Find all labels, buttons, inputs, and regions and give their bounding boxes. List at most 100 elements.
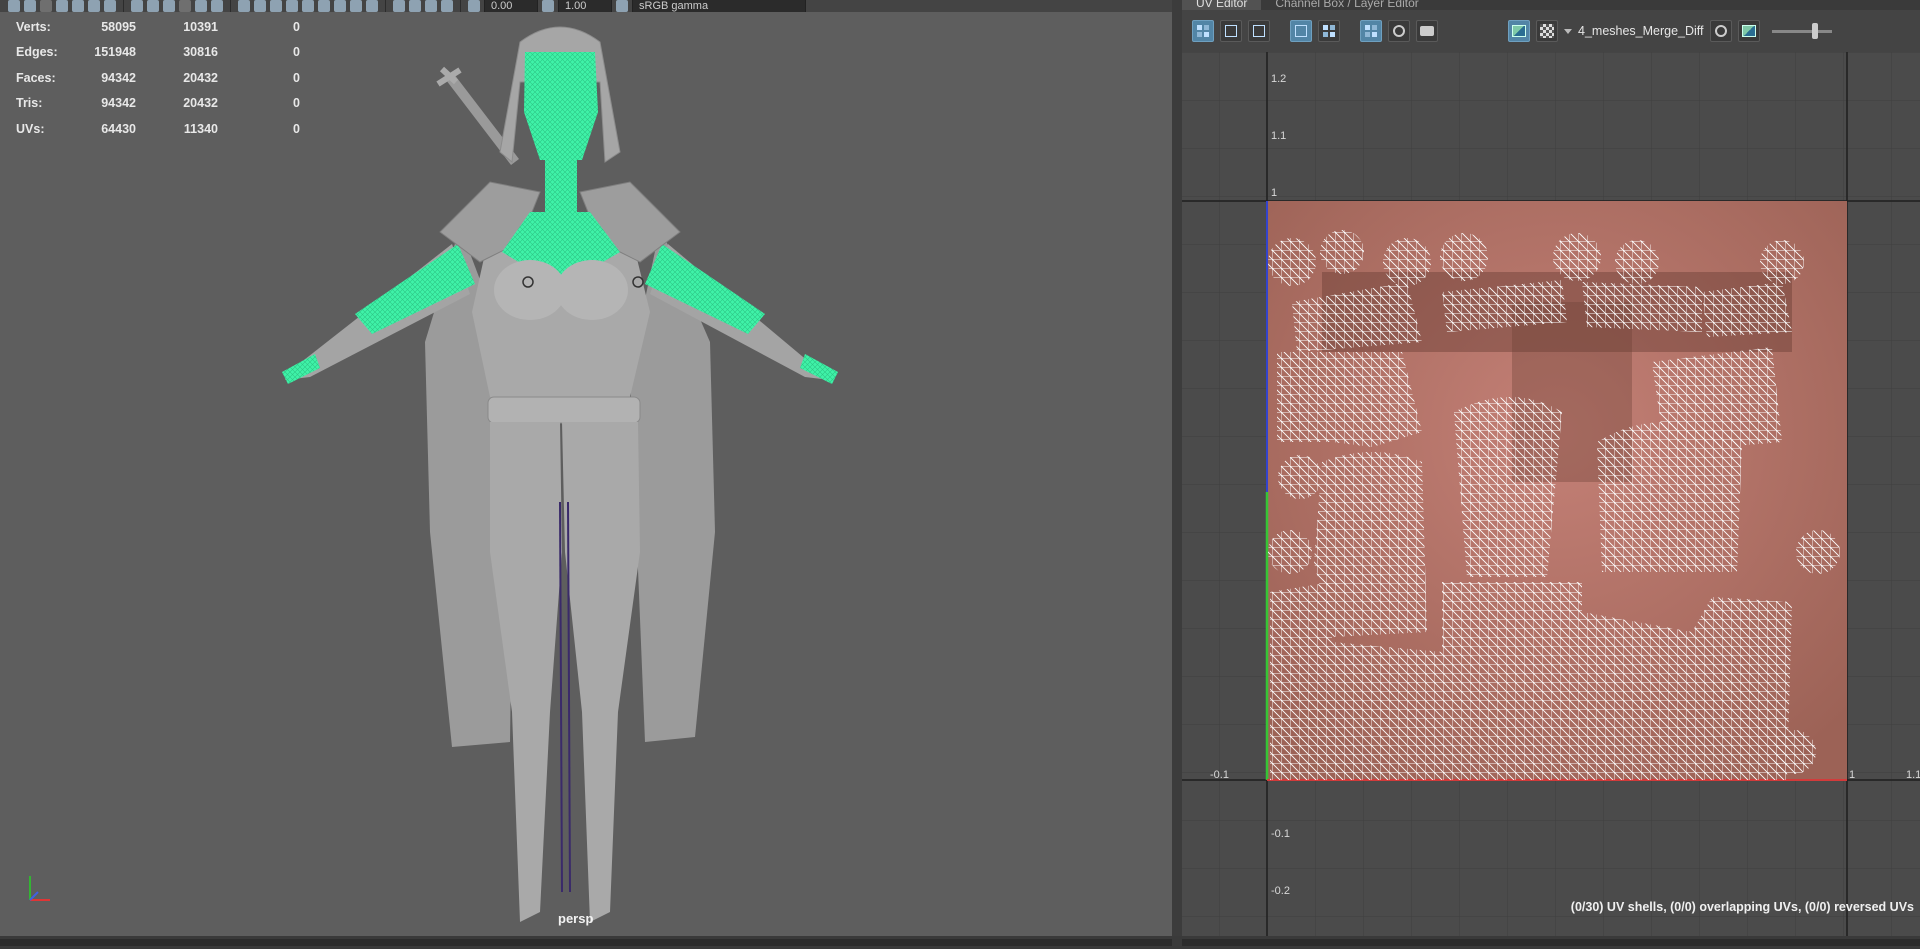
lock-camera-icon[interactable] <box>24 0 36 12</box>
xray-active-icon[interactable] <box>441 0 453 12</box>
chevron-down-icon[interactable] <box>1564 28 1572 34</box>
safe-action-icon[interactable] <box>211 0 223 12</box>
uv-shell <box>1582 282 1702 332</box>
hud-value-total: 94342 <box>101 96 136 111</box>
v-tick-label: 1.2 <box>1271 73 1286 85</box>
v-tick-label: -0.1 <box>1271 828 1290 840</box>
u-tick-label: 1 <box>1849 769 1855 781</box>
belt <box>487 396 641 424</box>
wireframe-on-shaded-icon[interactable] <box>270 0 282 12</box>
gamma-icon[interactable] <box>542 0 554 12</box>
uv-stack-button[interactable] <box>1220 20 1242 42</box>
uv-editor-toolbar: 4_meshes_Merge_Diff <box>1182 10 1920 52</box>
ambient-occlusion-icon[interactable] <box>334 0 346 12</box>
brightness-slider[interactable] <box>1771 22 1832 39</box>
hud-value-total: 64430 <box>101 121 136 136</box>
uv-shell <box>1268 530 1312 574</box>
uv-status-text: (0/30) UV shells, (0/0) overlapping UVs,… <box>1570 900 1914 914</box>
grid-icon <box>1323 25 1335 37</box>
tab-channel-box[interactable]: Channel Box / Layer Editor <box>1261 0 1432 10</box>
wireframe-icon[interactable] <box>238 0 250 12</box>
uv-shell <box>1440 233 1488 281</box>
uv-hand-shell <box>1277 352 1422 447</box>
motion-blur-icon[interactable] <box>350 0 362 12</box>
uv-shell <box>1553 233 1601 281</box>
display-image-button[interactable] <box>1290 20 1312 42</box>
glove-left-selected <box>282 354 320 384</box>
z-axis-line <box>29 891 39 901</box>
film-gate-icon[interactable] <box>147 0 159 12</box>
hud-label: UVs: <box>16 121 45 136</box>
texture-image-icon <box>1512 25 1526 37</box>
perspective-viewport[interactable]: 0.00 1.00 sRGB gamma Verts: 58095 10391 … <box>0 0 1172 936</box>
xray-icon[interactable] <box>409 0 421 12</box>
grease-pencil-icon[interactable] <box>104 0 116 12</box>
image-toggle-button[interactable] <box>1508 20 1530 42</box>
gamma-field[interactable]: 1.00 <box>558 0 612 12</box>
view-transform-dropdown[interactable]: sRGB gamma <box>632 0 806 12</box>
face-selected <box>524 52 598 160</box>
image-ratio-button[interactable] <box>1737 20 1760 42</box>
grid-icon[interactable] <box>131 0 143 12</box>
chest-left <box>494 260 566 320</box>
isolate-select-icon[interactable] <box>393 0 405 12</box>
leg-right <box>562 422 640 922</box>
uv-shell <box>1615 240 1659 284</box>
uv-shell-selection-button[interactable] <box>1192 20 1214 42</box>
shadows-icon[interactable] <box>318 0 330 12</box>
gate-mask-icon[interactable] <box>179 0 191 12</box>
xray-joints-icon[interactable] <box>425 0 437 12</box>
shaded-uv-button[interactable] <box>1388 20 1410 42</box>
chest-right <box>556 260 628 320</box>
uv-shell <box>1320 230 1364 274</box>
u-tick-label: 1.1 <box>1906 769 1920 781</box>
anti-aliasing-icon[interactable] <box>366 0 378 12</box>
hud-value-total: 58095 <box>101 19 136 34</box>
camera-icon <box>1420 26 1434 36</box>
color-management-icon[interactable] <box>616 0 628 12</box>
pan-zoom-icon[interactable] <box>88 0 100 12</box>
select-camera-icon[interactable] <box>8 0 20 12</box>
v-tick-label: 1.1 <box>1271 130 1286 142</box>
joint-chain <box>559 501 563 893</box>
uv-unfold-button[interactable] <box>1248 20 1270 42</box>
v-tick-label: -0.2 <box>1271 885 1290 897</box>
use-all-lights-icon[interactable] <box>302 0 314 12</box>
v-tick-label: 1 <box>1271 187 1277 199</box>
pixel-snap-icon <box>1365 25 1377 37</box>
unfold-icon <box>1253 25 1265 37</box>
grid-2d-icon[interactable] <box>72 0 84 12</box>
texture-name-dropdown[interactable]: 4_meshes_Merge_Diff <box>1578 24 1704 38</box>
uv-editor-panel: UV Editor Channel Box / Layer Editor 4_m… <box>1182 0 1920 949</box>
bookmark-icon[interactable] <box>40 0 52 12</box>
hud-label: Faces: <box>16 70 56 85</box>
field-chart-icon[interactable] <box>195 0 207 12</box>
status-strip <box>0 936 1920 949</box>
hud-label: Tris: <box>16 96 43 111</box>
uv-shell <box>1760 240 1804 284</box>
viewport-scroll-track[interactable] <box>0 939 1172 946</box>
viewport-toolbar: 0.00 1.00 sRGB gamma <box>0 0 1172 12</box>
pixel-snap-button[interactable] <box>1360 20 1382 42</box>
slider-handle[interactable] <box>1811 22 1818 39</box>
uv-scroll-track[interactable] <box>1182 939 1920 946</box>
checker-map-button[interactable] <box>1536 20 1558 42</box>
uv-shell <box>1454 397 1562 577</box>
exposure-icon[interactable] <box>468 0 480 12</box>
refresh-texture-button[interactable] <box>1709 20 1732 42</box>
image-plane-icon[interactable] <box>56 0 68 12</box>
tab-uv-editor[interactable]: UV Editor <box>1182 0 1262 10</box>
checker-icon <box>1540 24 1554 38</box>
display-grid-button[interactable] <box>1318 20 1340 42</box>
uv-canvas[interactable]: 1.2 1.1 1 -0.1 -0.2 -0.1 1 1.1 (0/30) UV… <box>1182 52 1920 936</box>
smooth-shade-icon[interactable] <box>254 0 266 12</box>
stack-icon <box>1225 25 1237 37</box>
resolution-gate-icon[interactable] <box>163 0 175 12</box>
image-icon <box>1741 25 1756 37</box>
snapshot-button[interactable] <box>1416 20 1438 42</box>
exposure-field[interactable]: 0.00 <box>484 0 538 12</box>
grid-select-icon <box>1197 25 1209 37</box>
character-model[interactable] <box>190 12 950 936</box>
pane-splitter[interactable] <box>1172 0 1182 949</box>
textured-icon[interactable] <box>286 0 298 12</box>
